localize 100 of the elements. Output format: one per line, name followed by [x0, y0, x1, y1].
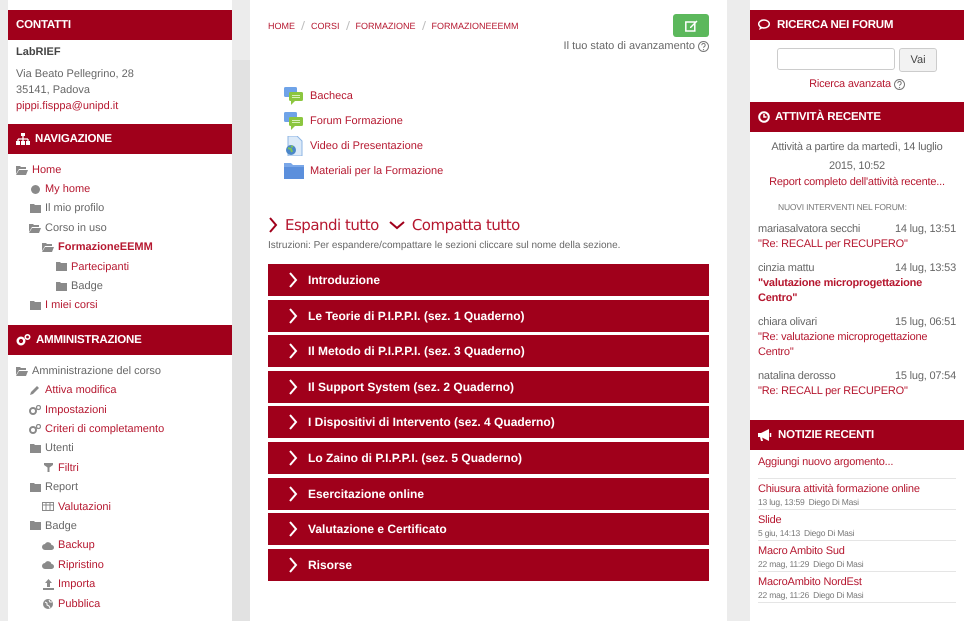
tree-item[interactable]: Il mio profilo	[45, 202, 104, 214]
upload-icon	[42, 578, 54, 590]
chevron-right-icon	[268, 217, 278, 233]
chat-bubbles-icon	[284, 86, 304, 104]
advanced-search-link[interactable]: Ricerca avanzata	[809, 78, 891, 90]
tree-item[interactable]: Importa	[58, 578, 96, 590]
pencil-icon	[30, 385, 40, 396]
tree-item[interactable]: I miei corsi	[45, 299, 98, 312]
activity-link[interactable]: Bacheca	[310, 90, 353, 102]
edit-button[interactable]	[673, 14, 709, 37]
post-time: 15 lug, 07:54	[894, 369, 956, 384]
tree-item[interactable]: Filtri	[58, 462, 79, 474]
news-link[interactable]: Macro Ambito Sud	[758, 545, 956, 557]
tree-item[interactable]: Amministrazione del corso	[32, 364, 161, 377]
news-date: 22 mag, 11:26	[758, 590, 810, 600]
post-link[interactable]: "Re: RECALL per RECUPERO"	[758, 237, 956, 252]
chevron-right-icon	[288, 521, 298, 538]
gears-icon	[16, 334, 31, 346]
news-date: 5 giu, 14:13	[758, 528, 800, 538]
circle-icon	[30, 184, 40, 194]
section-header[interactable]: Il Support System (sez. 2 Quaderno)	[268, 370, 709, 403]
chevron-right-icon	[288, 272, 298, 288]
news-date: 13 lug, 13:59	[758, 497, 805, 507]
clock-icon	[758, 111, 770, 123]
post-link[interactable]: "Re: RECALL per RECUPERO"	[758, 384, 956, 399]
tree-item[interactable]: Ripristino	[58, 558, 104, 571]
section-heading: NUOVI INTERVENTI NEL FORUM:	[778, 202, 908, 212]
news-author: Diego Di Masi	[804, 528, 854, 538]
help-icon[interactable]	[698, 40, 709, 52]
news-link[interactable]: Chiusura attività formazione online	[758, 483, 956, 495]
collapse-all-link[interactable]: Compatta tutto	[388, 216, 520, 234]
news-date: 22 mag, 11:29	[758, 559, 810, 569]
tree-item[interactable]: Backup	[58, 539, 95, 552]
tree-item[interactable]: Impostazioni	[45, 404, 107, 416]
news-link[interactable]: MacroAmbito NordEst	[758, 576, 956, 588]
activity-link[interactable]: Video di Presentazione	[310, 140, 423, 152]
section-header[interactable]: Esercitazione online	[268, 478, 709, 510]
activity-link[interactable]: Materiali per la Formazione	[310, 164, 444, 176]
address-line: 35141, Padova	[16, 84, 90, 96]
address-line: Via Beato Pellegrino, 28	[16, 68, 134, 80]
search-button[interactable]: Vai	[899, 48, 937, 72]
tree-item[interactable]: Attiva modifica	[45, 384, 117, 396]
section-header[interactable]: Risorse	[268, 548, 709, 581]
section-header[interactable]: I Dispositivi di Intervento (sez. 4 Quaderno)	[268, 406, 709, 438]
tree-item[interactable]: Partecipanti	[71, 260, 130, 273]
gears-icon	[29, 404, 41, 415]
section-header[interactable]: Introduzione	[268, 264, 709, 296]
document-globe-icon	[285, 136, 303, 156]
breadcrumb-separator	[346, 20, 350, 30]
post-time: 14 lug, 13:51	[894, 222, 956, 237]
globe-icon	[43, 598, 53, 608]
gears-icon	[29, 424, 41, 434]
search-field[interactable]	[777, 48, 895, 70]
folder-icon	[56, 262, 66, 272]
chevron-right-icon	[288, 308, 298, 324]
tree-item[interactable]: Badge	[45, 520, 77, 532]
breadcrumb-link[interactable]: CORSI	[311, 20, 340, 30]
post-author: natalina derosso	[758, 369, 836, 384]
folder-icon	[30, 204, 40, 213]
email-link[interactable]: pippi.fisppa@unipd.it	[16, 100, 118, 112]
activity-since-text: Attività a partire da martedì, 14 luglio 2015, 10:52	[770, 140, 944, 174]
chevron-right-icon	[288, 414, 298, 430]
section-header[interactable]: Valutazione e Certificato	[268, 513, 709, 546]
breadcrumb-link[interactable]: FORMAZIONE	[356, 20, 416, 30]
open-folder-icon	[29, 222, 41, 233]
activity-link[interactable]: Forum Formazione	[310, 114, 403, 126]
tree-item[interactable]: Report	[45, 481, 78, 494]
expand-all-link[interactable]: Espandi tutto	[268, 216, 379, 234]
tree-item[interactable]: Valutazioni	[58, 500, 111, 513]
tree-item[interactable]: FormazioneEEMM	[58, 241, 153, 254]
add-topic-link[interactable]: Aggiungi nuovo argomento...	[758, 456, 956, 479]
tree-item[interactable]: Pubblica	[58, 598, 100, 610]
post-link[interactable]: "valutazione microprogettazione Centro"	[758, 276, 956, 306]
folder-icon	[30, 482, 40, 492]
tree-item[interactable]: Corso in uso	[45, 222, 107, 234]
megaphone-icon	[758, 429, 773, 441]
help-icon[interactable]	[894, 78, 905, 90]
full-report-link[interactable]: Report completo dell'attività recente...	[769, 176, 945, 188]
tree-item[interactable]: Badge	[71, 280, 103, 292]
tree-item[interactable]: My home	[45, 183, 90, 196]
post-link[interactable]: "Re: valutazione microprogettazione Centro"	[758, 330, 956, 360]
section-header[interactable]: Il Metodo di P.I.P.P.I. (sez. 3 Quaderno)	[268, 335, 709, 368]
sitemap-icon	[16, 133, 30, 145]
section-header[interactable]: Le Teorie di P.I.P.P.I. (sez. 1 Quaderno)	[268, 300, 709, 332]
breadcrumb-link[interactable]: FORMAZIONEEEMM	[432, 20, 519, 30]
tree-item[interactable]: Utenti	[45, 442, 74, 454]
breadcrumb-separator	[422, 20, 426, 30]
block-header: CONTATTI	[8, 10, 232, 40]
block-title: NAVIGAZIONE	[35, 133, 112, 145]
tree-item[interactable]: Home	[32, 164, 62, 176]
edit-icon	[684, 20, 698, 32]
folder-icon	[30, 300, 40, 310]
breadcrumb-link[interactable]: HOME	[268, 20, 295, 30]
chevron-right-icon	[288, 343, 298, 360]
news-link[interactable]: Slide	[758, 514, 956, 526]
post-author: cinzia mattu	[758, 261, 814, 276]
section-header[interactable]: Lo Zaino di P.I.P.P.I. (sez. 5 Quaderno)	[268, 442, 709, 474]
folder-icon	[30, 521, 40, 530]
news-author: Diego Di Masi	[813, 590, 864, 600]
tree-item[interactable]: Criteri di completamento	[45, 422, 164, 435]
